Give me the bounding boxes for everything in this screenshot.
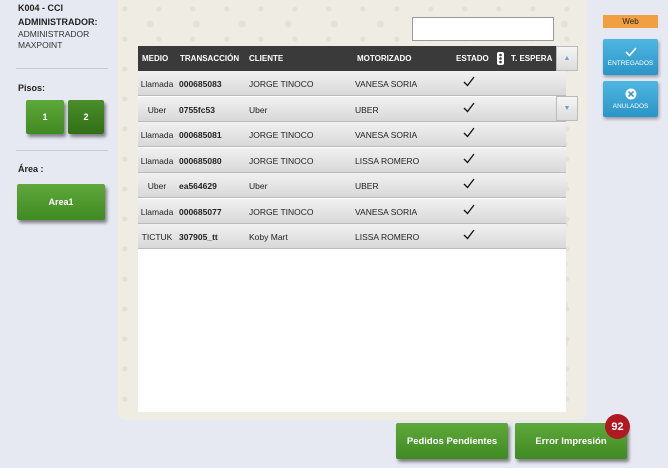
col-espera: T. ESPERA <box>511 54 553 63</box>
divider <box>16 150 108 151</box>
cell-cliente: Koby Mart <box>249 232 288 242</box>
cell-transaccion: 000685081 <box>179 130 222 140</box>
floors-label: Pisos: <box>18 83 46 93</box>
traffic-light-icon <box>497 52 504 65</box>
col-transaccion: TRANSACCIÓN <box>180 54 240 63</box>
store-code: K004 - CCI <box>18 3 64 13</box>
cancel-icon <box>625 88 636 100</box>
cell-motorizado: UBER <box>355 181 379 191</box>
status-check-icon <box>463 229 477 241</box>
user-line-1: ADMINISTRADOR <box>18 29 90 39</box>
table-row[interactable]: Llamada 000685080 JORGE TINOCO LISSA ROMERO <box>138 147 566 173</box>
scroll-down-button[interactable]: ▼ <box>556 96 578 121</box>
web-badge: Web <box>603 15 658 28</box>
cell-motorizado: VANESA SORIA <box>355 79 418 89</box>
cell-motorizado: LISSA ROMERO <box>355 232 420 242</box>
col-medio: MEDIO <box>142 54 169 63</box>
status-check-icon <box>463 204 477 216</box>
cell-motorizado: LISSA ROMERO <box>355 155 420 166</box>
cell-medio: TICTUK <box>141 232 173 242</box>
cell-transaccion: 000685080 <box>179 155 222 166</box>
table-row[interactable]: Uber ea564629 Uber UBER <box>138 173 566 198</box>
cell-cliente: Uber <box>249 104 268 115</box>
cell-transaccion: 307905_tt <box>179 232 218 242</box>
user-line-2: MAXPOINT <box>18 40 63 50</box>
col-estado: ESTADO <box>456 54 489 63</box>
entregados-label: ENTREGADOS <box>607 60 654 67</box>
cell-medio: Uber <box>147 181 167 191</box>
left-panel: K004 - CCI ADMINISTRADOR: ADMINISTRADOR … <box>0 0 112 468</box>
error-count-badge: 92 <box>605 414 630 439</box>
cell-medio: Llamada <box>140 155 174 166</box>
cell-medio: Llamada <box>140 206 174 217</box>
scroll-up-button[interactable]: ▲ <box>556 46 578 71</box>
entregados-button[interactable]: ENTREGADOS <box>603 39 658 75</box>
col-motorizado: MOTORIZADO <box>357 54 412 63</box>
check-icon <box>624 47 637 57</box>
divider <box>16 68 108 69</box>
cell-medio: Uber <box>147 104 167 115</box>
cell-motorizado: VANESA SORIA <box>355 130 418 140</box>
cell-cliente: JORGE TINOCO <box>249 130 314 140</box>
cell-medio: Llamada <box>140 79 174 89</box>
cell-motorizado: UBER <box>355 104 379 115</box>
cell-cliente: Uber <box>249 181 268 191</box>
status-check-icon <box>463 102 477 114</box>
floor-1-button[interactable]: 1 <box>26 100 64 134</box>
status-check-icon <box>463 76 477 88</box>
table-header: MEDIO TRANSACCIÓN CLIENTE MOTORIZADO EST… <box>138 46 566 71</box>
table-row[interactable]: Uber 0755fc53 Uber UBER <box>138 96 566 122</box>
cell-cliente: JORGE TINOCO <box>249 206 314 217</box>
pending-orders-button[interactable]: Pedidos Pendientes <box>396 423 508 459</box>
cell-motorizado: VANESA SORIA <box>355 206 418 217</box>
status-check-icon <box>463 153 477 165</box>
col-cliente: CLIENTE <box>249 54 284 63</box>
cell-cliente: JORGE TINOCO <box>249 79 314 89</box>
table-row[interactable]: TICTUK 307905_tt Koby Mart LISSA ROMERO <box>138 224 566 249</box>
anulados-button[interactable]: ANULADOS <box>603 81 658 117</box>
orders-panel: MEDIO TRANSACCIÓN CLIENTE MOTORIZADO EST… <box>118 0 587 420</box>
status-check-icon <box>463 178 477 190</box>
table-row[interactable]: Llamada 000685077 JORGE TINOCO VANESA SORIA <box>138 198 566 224</box>
orders-table: MEDIO TRANSACCIÓN CLIENTE MOTORIZADO EST… <box>138 46 566 412</box>
status-check-icon <box>463 127 477 139</box>
cell-medio: Llamada <box>140 130 174 140</box>
user-name: ADMINISTRADOR MAXPOINT <box>18 29 89 51</box>
cell-transaccion: 000685083 <box>179 79 222 89</box>
area-label: Área : <box>18 164 44 174</box>
cell-transaccion: ea564629 <box>179 181 217 191</box>
table-row[interactable]: Llamada 000685081 JORGE TINOCO VANESA SORIA <box>138 122 566 147</box>
area-1-button[interactable]: Area1 <box>17 184 105 220</box>
role-label: ADMINISTRADOR: <box>18 17 98 27</box>
cell-transaccion: 000685077 <box>179 206 222 217</box>
cell-cliente: JORGE TINOCO <box>249 155 314 166</box>
anulados-label: ANULADOS <box>612 103 649 110</box>
search-input[interactable] <box>412 17 554 41</box>
floor-2-button[interactable]: 2 <box>68 100 104 134</box>
cell-transaccion: 0755fc53 <box>179 104 215 115</box>
table-row[interactable]: Llamada 000685083 JORGE TINOCO VANESA SORIA <box>138 71 566 96</box>
